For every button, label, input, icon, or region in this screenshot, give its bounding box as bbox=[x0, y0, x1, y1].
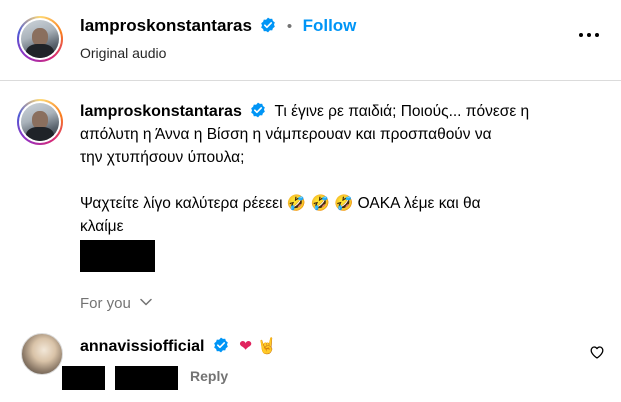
caption-line-3: την χτυπήσουν ύπουλα; bbox=[80, 149, 245, 166]
verified-badge-icon bbox=[251, 102, 265, 118]
for-you-toggle[interactable]: For you bbox=[80, 295, 152, 312]
redacted-block bbox=[80, 240, 155, 272]
separator-dot: • bbox=[286, 18, 293, 35]
comment: annavissiofficial ❤ 🤘 bbox=[80, 337, 276, 356]
chevron-down-icon bbox=[140, 298, 152, 306]
verified-badge-icon bbox=[214, 337, 228, 353]
verified-badge-icon bbox=[261, 17, 276, 33]
redacted-block bbox=[115, 366, 178, 390]
more-options-icon[interactable] bbox=[579, 33, 599, 37]
author-username[interactable]: lamproskonstantaras bbox=[80, 16, 252, 35]
caption-line-5: κλαίμε bbox=[80, 218, 124, 235]
follow-button[interactable]: Follow bbox=[303, 16, 357, 35]
caption-line-2: απόλυτη η Άννα η Βίσση η νάμπερουαν και … bbox=[80, 126, 492, 143]
audio-label[interactable]: Original audio bbox=[80, 45, 166, 61]
for-you-label: For you bbox=[80, 295, 131, 312]
redacted-block bbox=[62, 366, 105, 390]
caption-line-4: Ψαχτείτε λίγο καλύτερα ρέεεει 🤣 🤣 🤣 ΟΑΚΑ… bbox=[80, 195, 481, 212]
caption-username[interactable]: lamproskonstantaras bbox=[80, 103, 242, 120]
author-avatar[interactable] bbox=[17, 16, 63, 62]
post-header: lamproskonstantaras • Follow Original au… bbox=[0, 0, 621, 80]
caption-author-avatar[interactable] bbox=[17, 99, 63, 145]
like-heart-icon[interactable] bbox=[589, 344, 605, 360]
commenter-avatar[interactable] bbox=[21, 333, 63, 375]
header-divider bbox=[0, 80, 621, 81]
comment-body: ❤ 🤘 bbox=[239, 337, 277, 355]
caption-line-1: Τι έγινε ρε παιδιά; Ποιούς... πόνεσε η bbox=[274, 103, 530, 120]
reply-button[interactable]: Reply bbox=[190, 368, 228, 384]
caption: lamproskonstantaras Τι έγινε ρε παιδιά; … bbox=[80, 100, 540, 238]
comment-username[interactable]: annavissiofficial bbox=[80, 338, 205, 355]
